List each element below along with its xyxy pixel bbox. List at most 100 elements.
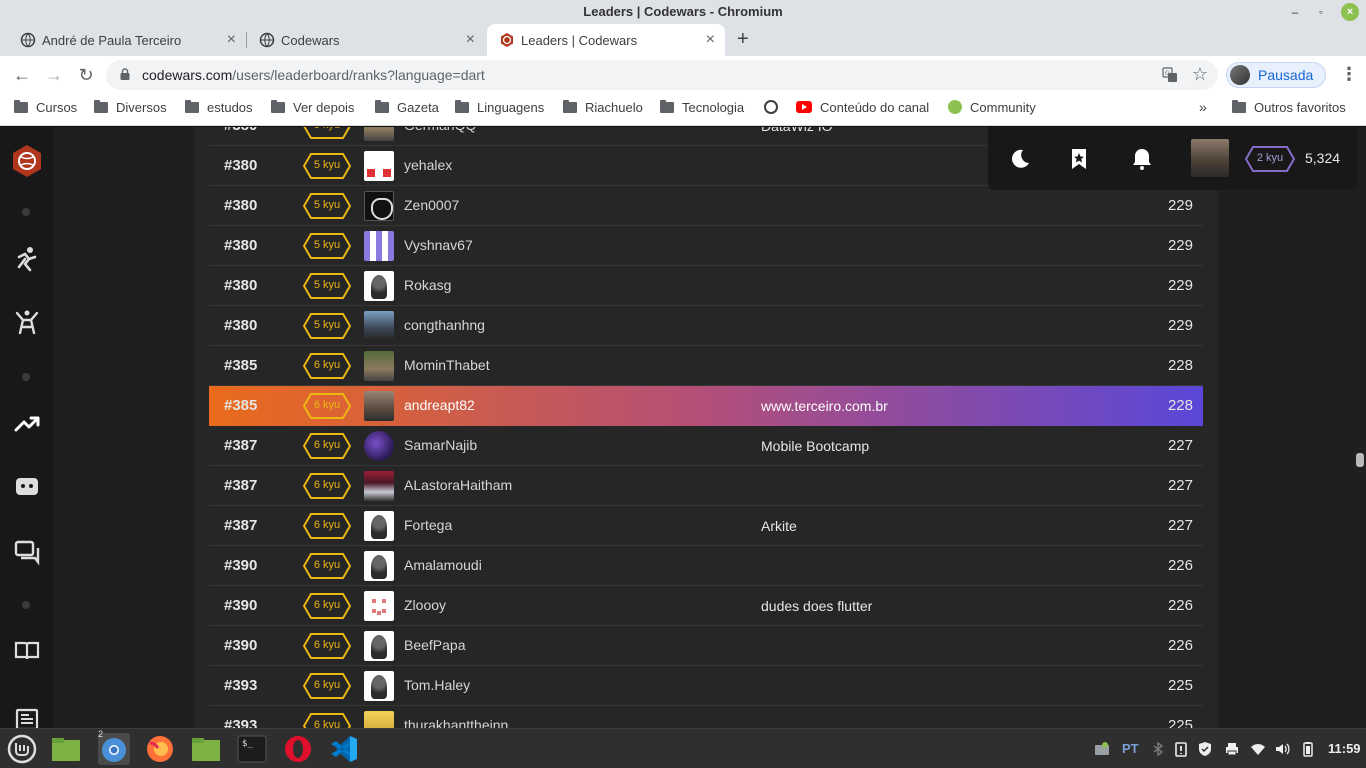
reload-button[interactable]: ↻ (74, 64, 98, 86)
username-link[interactable]: MominThabet (404, 357, 490, 373)
minimize-icon[interactable]: – (1286, 3, 1304, 21)
mint-menu-icon[interactable] (6, 733, 38, 765)
tab-leaders[interactable]: Leaders | Codewars × (487, 24, 725, 56)
username-link[interactable]: Vyshnav67 (404, 237, 473, 253)
username-link[interactable]: ALastoraHaitham (404, 477, 512, 493)
docs-book-icon[interactable] (13, 637, 41, 665)
bookmark-icon[interactable] (1067, 147, 1091, 171)
username-link[interactable]: Zloooy (404, 597, 446, 613)
bookmark-outros-favoritos[interactable]: Outros favoritos (1232, 100, 1346, 120)
back-button[interactable]: ← (10, 64, 34, 86)
leaderboard-trending-icon[interactable] (13, 409, 41, 437)
battery-icon[interactable] (1300, 741, 1316, 757)
position-label: #390 (224, 557, 258, 574)
bookmark-label: Ver depois (293, 100, 355, 115)
user-avatar[interactable] (364, 631, 394, 661)
user-avatar[interactable] (364, 431, 394, 461)
bookmark-community[interactable]: Community (948, 100, 1036, 120)
bluetooth-icon[interactable] (1150, 741, 1166, 757)
profile-button[interactable]: Pausada (1226, 62, 1326, 88)
clan-label: dudes does flutter (761, 598, 873, 614)
rank-badge: 5 kyu (303, 153, 351, 179)
vscode-icon[interactable] (328, 733, 360, 765)
codewars-logo-icon[interactable] (9, 143, 45, 179)
username-link[interactable]: thurakhanttheinn (404, 717, 508, 728)
volume-icon[interactable] (1274, 741, 1290, 757)
user-avatar[interactable] (364, 711, 394, 728)
clipboard-icon[interactable] (1173, 741, 1189, 757)
wifi-icon[interactable] (1250, 741, 1266, 757)
printer-icon[interactable] (1224, 741, 1240, 757)
opera-icon[interactable] (282, 733, 314, 765)
bookmark-riachuelo[interactable]: Riachuelo (563, 100, 643, 120)
dark-mode-moon-icon[interactable] (1008, 147, 1032, 171)
username-link[interactable]: SamarNajib (404, 437, 477, 453)
user-avatar[interactable] (364, 271, 394, 301)
user-avatar[interactable] (364, 311, 394, 341)
forward-button[interactable]: → (42, 64, 66, 86)
user-avatar[interactable] (364, 591, 394, 621)
bookmark-tecnologia[interactable]: Tecnologia (660, 100, 744, 120)
tab-profile[interactable]: André de Paula Terceiro × (8, 24, 246, 56)
notifications-bell-icon[interactable] (1130, 147, 1154, 171)
tab-codewars[interactable]: Codewars × (247, 24, 485, 56)
new-tab-button[interactable]: + (737, 28, 749, 51)
clock[interactable]: 11:59 (1328, 741, 1361, 756)
firefox-icon[interactable] (144, 733, 176, 765)
username-link[interactable]: GermanQQ (404, 127, 476, 133)
user-avatar[interactable] (364, 127, 394, 141)
close-tab-icon[interactable]: × (706, 31, 715, 49)
news-icon[interactable] (13, 705, 41, 728)
close-tab-icon[interactable]: × (227, 31, 236, 49)
username-link[interactable]: Zen0007 (404, 197, 459, 213)
user-avatar[interactable] (364, 151, 394, 181)
bookmark-conteudo-do-canal[interactable]: Conteúdo do canal (796, 100, 929, 120)
terminal-icon[interactable]: $_ (236, 733, 268, 765)
username-link[interactable]: congthanhng (404, 317, 485, 333)
username-link[interactable]: Amalamoudi (404, 557, 482, 573)
discussions-icon[interactable] (13, 538, 41, 566)
training-icon[interactable] (13, 245, 41, 273)
bookmark-diversos[interactable]: Diversos (94, 100, 167, 120)
scrollbar-thumb[interactable] (1356, 453, 1364, 467)
bookmark-ver-depois[interactable]: Ver depois (271, 100, 354, 120)
update-manager-icon[interactable] (1094, 741, 1110, 757)
user-avatar[interactable] (364, 471, 394, 501)
bookmark-star-icon[interactable]: ☆ (1192, 64, 1208, 85)
bookmark-cursos[interactable]: Cursos (14, 100, 77, 120)
more-bookmarks-icon[interactable]: » (1199, 99, 1207, 115)
close-tab-icon[interactable]: × (466, 31, 475, 49)
username-link[interactable]: yehalex (404, 157, 452, 173)
bookmark-globe[interactable] (764, 100, 778, 120)
username-link[interactable]: BeefPapa (404, 637, 466, 653)
file-manager-icon[interactable] (50, 733, 82, 765)
username-link[interactable]: Fortega (404, 517, 452, 533)
rank-badge: 6 kyu (303, 513, 351, 539)
user-avatar[interactable] (364, 231, 394, 261)
user-avatar[interactable] (364, 351, 394, 381)
folder-app-icon[interactable] (190, 733, 222, 765)
bookmark-estudos[interactable]: estudos (185, 100, 253, 120)
user-avatar[interactable] (364, 551, 394, 581)
user-avatar[interactable] (1191, 139, 1229, 177)
user-avatar[interactable] (364, 671, 394, 701)
address-bar[interactable]: codewars.com/users/leaderboard/ranks?lan… (106, 60, 1218, 90)
practice-icon[interactable] (13, 309, 41, 337)
honor-value: 225 (1167, 717, 1193, 728)
user-avatar[interactable] (364, 191, 394, 221)
rank-label: 6 kyu (313, 559, 341, 571)
browser-menu-icon[interactable]: ⋮ (1340, 64, 1358, 85)
shield-icon[interactable] (1197, 741, 1213, 757)
translate-icon[interactable]: G (1162, 67, 1178, 83)
bookmark-linguagens[interactable]: Linguagens (455, 100, 544, 120)
username-link[interactable]: Rokasg (404, 277, 451, 293)
bookmark-gazeta[interactable]: Gazeta (375, 100, 439, 120)
keyboard-layout-indicator[interactable]: PT (1122, 741, 1139, 756)
discord-icon[interactable] (13, 473, 41, 501)
username-link[interactable]: andreapt82 (404, 397, 475, 413)
user-avatar[interactable] (364, 391, 394, 421)
close-window-icon[interactable]: × (1341, 3, 1359, 21)
user-avatar[interactable] (364, 511, 394, 541)
maximize-icon[interactable]: ◦ (1312, 3, 1330, 21)
username-link[interactable]: Tom.Haley (404, 677, 470, 693)
